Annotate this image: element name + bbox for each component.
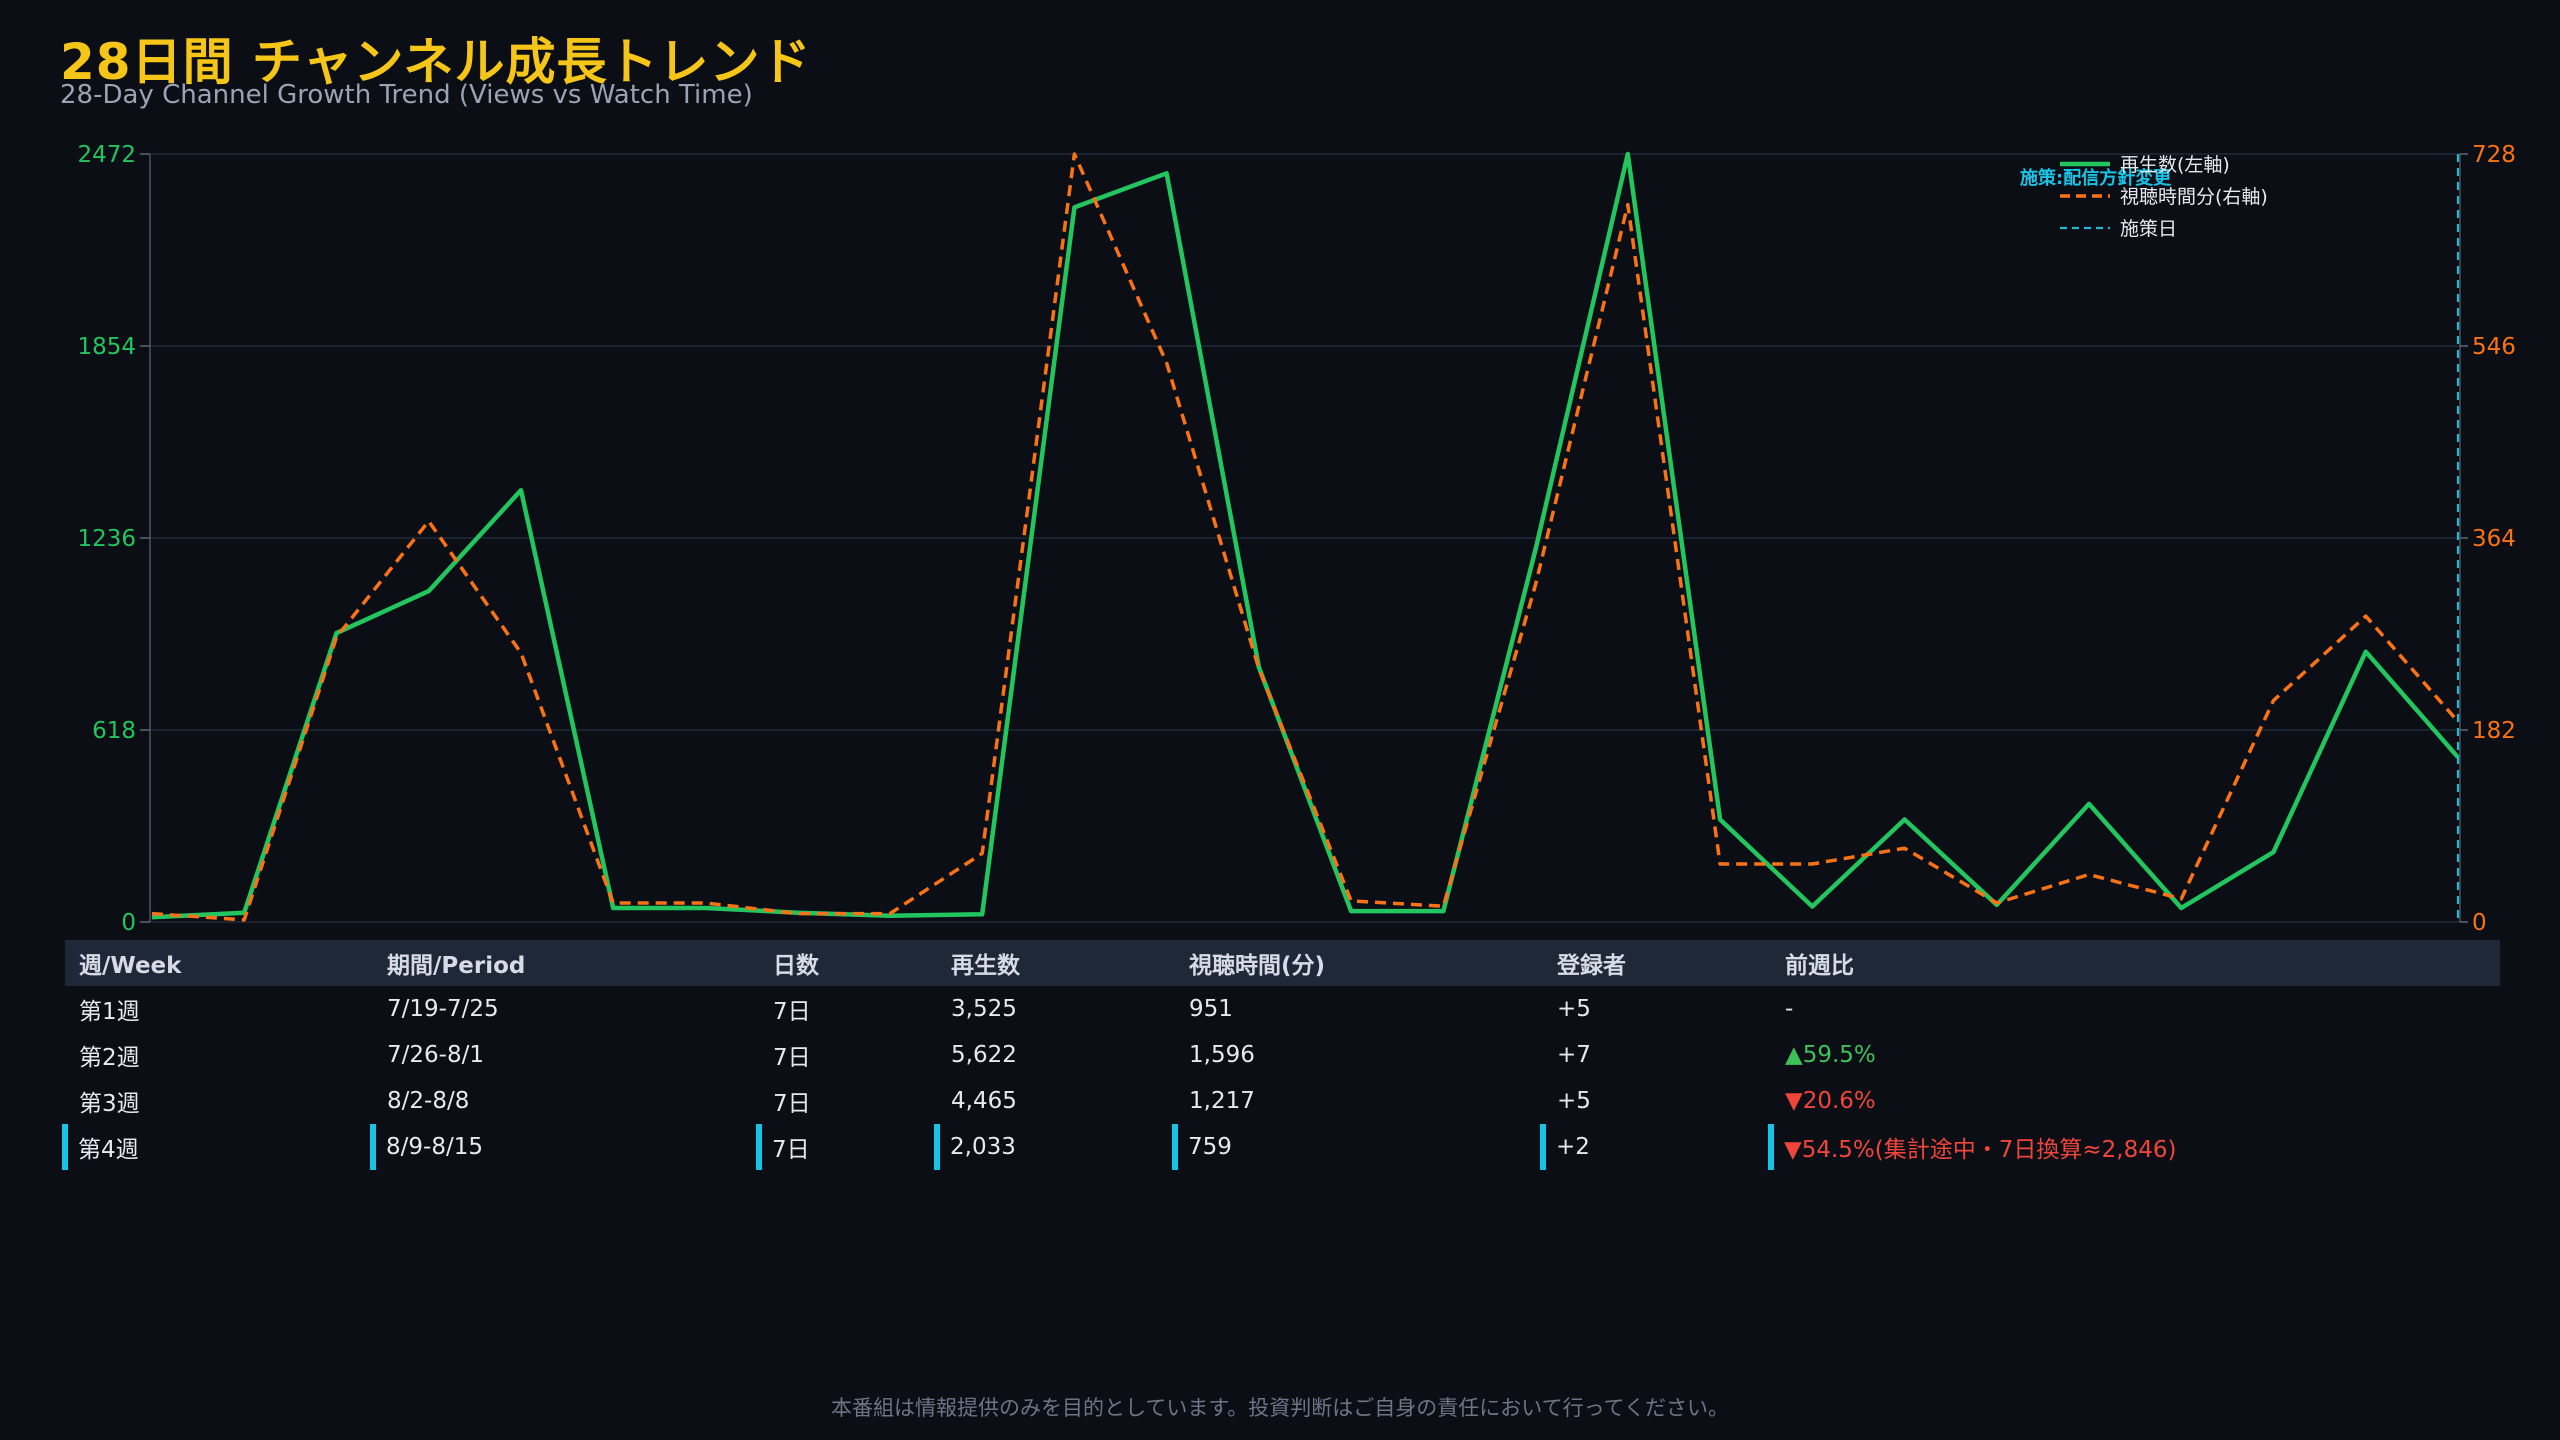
series-layer	[151, 151, 2460, 922]
tick-label-left: 1236	[77, 526, 136, 552]
cell-days: 7日	[773, 999, 811, 1025]
cell-period: 8/2-8/8	[387, 1088, 470, 1114]
cell-views: 2,033	[934, 1124, 1175, 1170]
cell-period: 7/19-7/25	[387, 996, 499, 1022]
watch-time-series-line	[151, 152, 2460, 922]
tick-label-left: 618	[92, 718, 136, 744]
legend-label: 再生数(左軸)	[2120, 154, 2230, 176]
cell-watch: 1,217	[1189, 1088, 1255, 1114]
table-row: 第4週 8/9-8/15 7日 2,033 759 +2 ▼54.5%(集計途中・7日換算≈…	[62, 1124, 2500, 1170]
col-change: 前週比	[1771, 940, 2500, 986]
col-week: 週/Week	[65, 940, 373, 986]
chart-legend: 再生数(左軸) 視聴時間分(右軸) 施策日	[2060, 154, 2268, 240]
cell-views: 3,525	[951, 996, 1017, 1022]
tick-label-right: 182	[2472, 718, 2516, 744]
cell-subs: +5	[1557, 996, 1591, 1022]
cell-week: 第2週	[79, 1045, 140, 1071]
weekly-summary-table: 週/Week 期間/Period 日数 再生数 視聴時間(分) 登録者 前週比 …	[62, 940, 2500, 1170]
legend-label: 視聴時間分(右軸)	[2120, 186, 2268, 208]
table-row: 第1週 7/19-7/25 7日 3,525 951 +5 -	[65, 986, 2500, 1032]
cell-subs: +7	[1557, 1042, 1591, 1068]
cell-days: 7日	[773, 1091, 811, 1117]
tick-label-right: 0	[2472, 910, 2487, 936]
cell-week: 第4週	[62, 1124, 373, 1170]
cell-week: 第1週	[79, 999, 140, 1025]
left-axis: 0 618 1236 1854 2472	[77, 142, 151, 936]
cell-watch: 1,596	[1189, 1042, 1255, 1068]
col-days: 日数	[759, 940, 937, 986]
growth-line-chart: 0618123618542472 0182364546728 施策:配信方針変更…	[77, 142, 2516, 936]
cell-change: ▼20.6%	[1785, 1088, 1876, 1114]
cell-period: 7/26-8/1	[387, 1042, 484, 1068]
tick-label-left: 1854	[77, 334, 136, 360]
cell-views: 5,622	[951, 1042, 1017, 1068]
cell-days: 7日	[756, 1124, 937, 1170]
tick-label-left: 0	[121, 910, 136, 936]
cell-days: 7日	[773, 1045, 811, 1071]
legend-label: 施策日	[2120, 218, 2177, 240]
cell-watch: 759	[1172, 1124, 1543, 1170]
cell-change: -	[1785, 996, 1794, 1022]
table-row: 第2週 7/26-8/1 7日 5,622 1,596 +7 ▲59.5%	[65, 1032, 2500, 1078]
tick-label-left: 2472	[77, 142, 136, 168]
col-watch: 視聴時間(分)	[1175, 940, 1543, 986]
col-views: 再生数	[937, 940, 1175, 986]
cell-week: 第3週	[79, 1091, 140, 1117]
grid-lines	[142, 153, 2468, 923]
cell-subs: +2	[1540, 1124, 1771, 1170]
table-header-row: 週/Week 期間/Period 日数 再生数 視聴時間(分) 登録者 前週比	[65, 940, 2500, 986]
right-axis: 0 182 364 546 728	[2459, 142, 2516, 936]
table-row: 第3週 8/2-8/8 7日 4,465 1,217 +5 ▼20.6%	[65, 1078, 2500, 1124]
cell-views: 4,465	[951, 1088, 1017, 1114]
cell-period: 8/9-8/15	[370, 1124, 759, 1170]
cell-change: ▲59.5%	[1785, 1042, 1876, 1068]
cell-change: ▼54.5%(集計途中・7日換算≈2,846)	[1768, 1124, 2500, 1170]
tick-label-right: 546	[2472, 334, 2516, 360]
disclaimer-footer: 本番組は情報提供のみを目的としています。投資判断はご自身の責任において行ってくだ…	[831, 1396, 1729, 1420]
cell-subs: +5	[1557, 1088, 1591, 1114]
col-subs: 登録者	[1543, 940, 1771, 986]
cell-watch: 951	[1189, 996, 1233, 1022]
tick-label-right: 364	[2472, 526, 2516, 552]
col-period: 期間/Period	[373, 940, 759, 986]
views-series-line	[151, 151, 2460, 920]
tick-label-right: 728	[2472, 142, 2516, 168]
